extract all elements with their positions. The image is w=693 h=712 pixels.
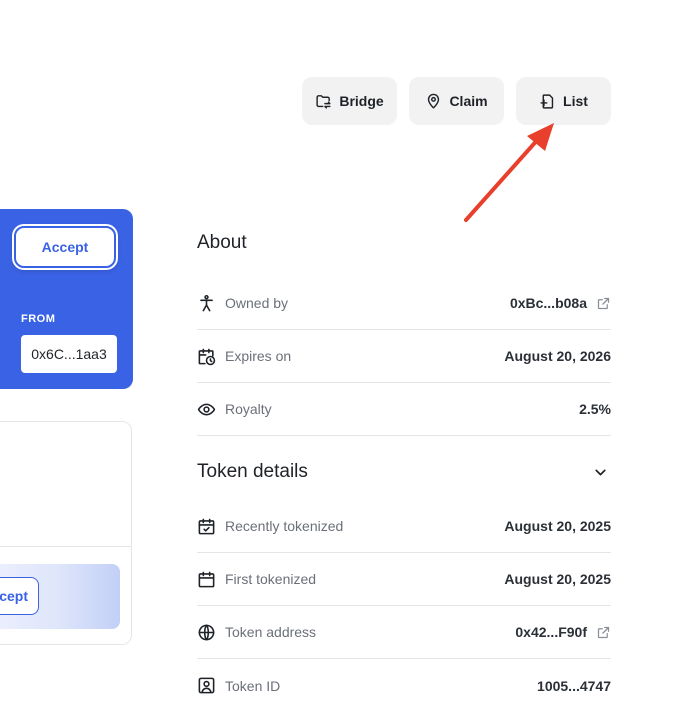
recently-tokenized-row: Recently tokenized August 20, 2025: [197, 500, 611, 553]
owned-by-label: Owned by: [225, 295, 289, 311]
token-address-row: Token address 0x42...F90f: [197, 606, 611, 659]
bridge-button[interactable]: Bridge: [302, 77, 397, 125]
location-pin-icon: [428, 93, 440, 109]
calendar-check-icon: [198, 518, 215, 534]
token-details-title: Token details: [197, 461, 308, 482]
folder-swap-icon: [316, 94, 331, 109]
person-icon: [200, 294, 213, 311]
recently-tokenized-label: Recently tokenized: [225, 518, 344, 534]
royalty-row: Royalty 2.5%: [197, 383, 611, 436]
first-tokenized-value: August 20, 2025: [504, 571, 611, 587]
accept-offer-button[interactable]: Accept: [14, 226, 116, 268]
globe-icon: [198, 624, 215, 640]
owned-by-row: Owned by 0xBc...b08a: [197, 277, 611, 330]
royalty-value: 2.5%: [579, 401, 611, 417]
card-footer: Accept: [0, 564, 120, 629]
token-address-value[interactable]: 0x42...F90f: [515, 624, 587, 640]
pending-offer-card: Accept: [0, 421, 132, 645]
expires-on-label: Expires on: [225, 348, 292, 364]
from-address: 0x6C...1aa3: [21, 335, 117, 373]
about-title: About: [197, 232, 247, 253]
token-address-label: Token address: [225, 624, 317, 640]
recently-tokenized-value: August 20, 2025: [504, 518, 611, 534]
external-link-icon[interactable]: [596, 625, 611, 640]
token-id-row: Token ID 1005...4747: [197, 659, 611, 712]
expires-on-row: Expires on August 20, 2026: [197, 330, 611, 383]
eye-icon: [197, 403, 216, 415]
from-label: FROM: [21, 313, 56, 325]
royalty-label: Royalty: [225, 401, 272, 417]
first-tokenized-row: First tokenized August 20, 2025: [197, 553, 611, 606]
chevron-down-icon[interactable]: [592, 464, 609, 481]
claim-button-label: Claim: [449, 93, 488, 109]
list-button-label: List: [563, 93, 588, 109]
accept-pending-button[interactable]: Accept: [0, 577, 39, 615]
bridge-button-label: Bridge: [339, 93, 384, 109]
id-card-icon: [198, 677, 215, 694]
owned-by-value[interactable]: 0xBc...b08a: [510, 295, 587, 311]
token-id-value: 1005...4747: [537, 677, 611, 694]
card-divider: [0, 546, 131, 547]
calendar-clock-icon: [198, 348, 216, 365]
list-button[interactable]: List: [516, 77, 611, 125]
external-link-icon[interactable]: [596, 296, 611, 311]
file-plus-icon: [540, 93, 554, 109]
first-tokenized-label: First tokenized: [225, 571, 317, 587]
calendar-icon: [198, 571, 215, 587]
expires-on-value: August 20, 2026: [504, 348, 611, 364]
token-id-label: Token ID: [225, 677, 281, 694]
offer-card: Accept FROM 0x6C...1aa3: [0, 209, 133, 389]
claim-button[interactable]: Claim: [409, 77, 504, 125]
